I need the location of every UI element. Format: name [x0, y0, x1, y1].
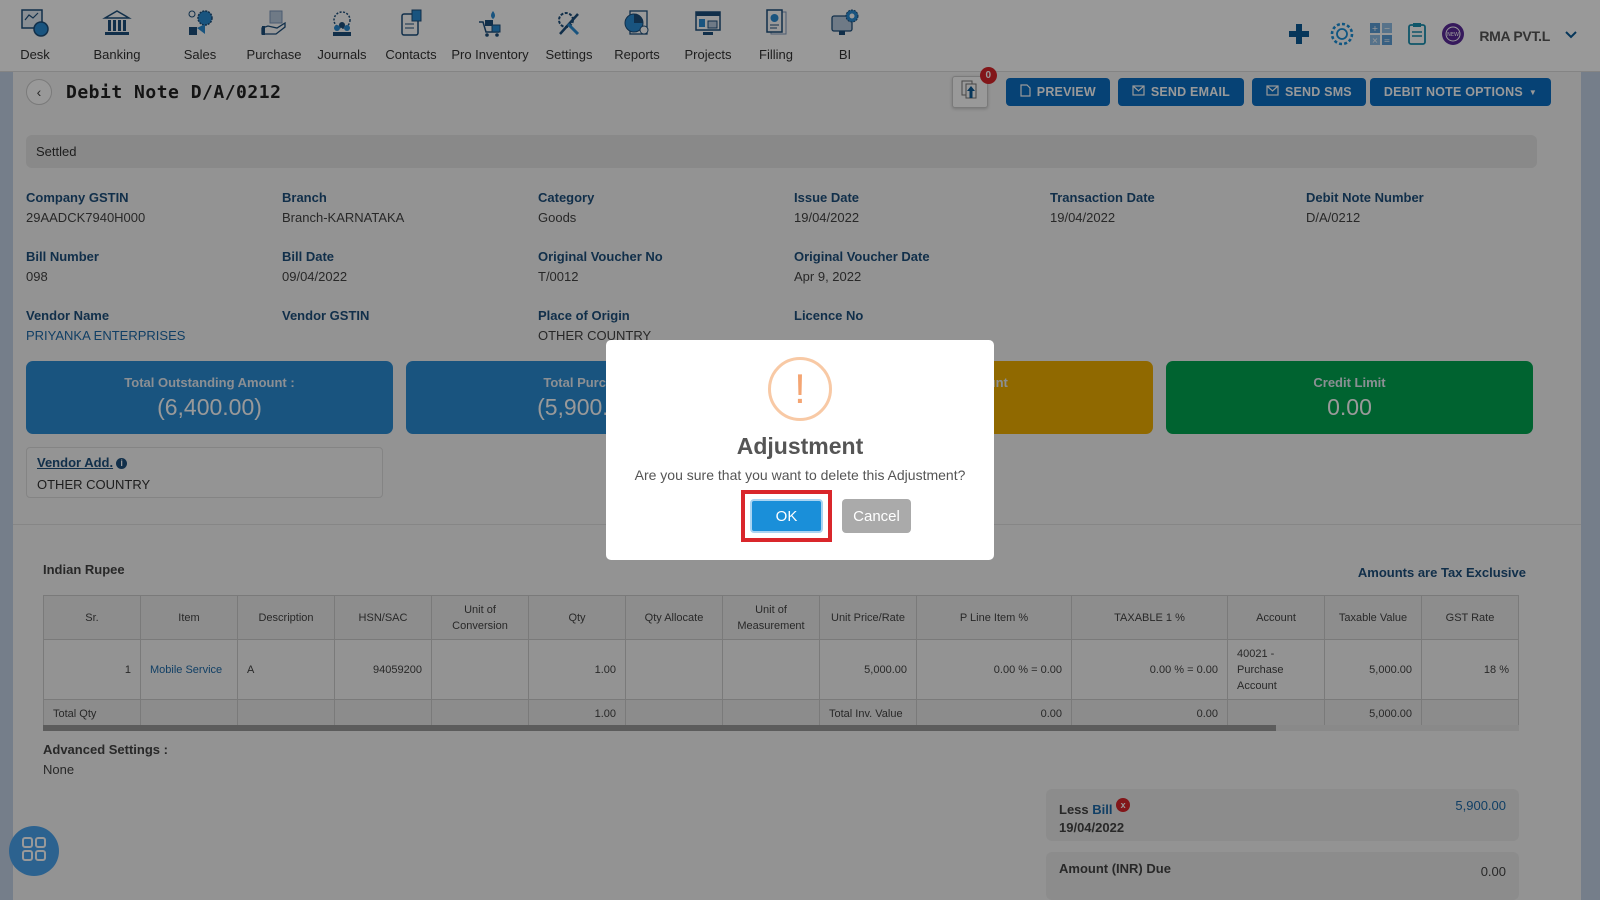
cancel-button[interactable]: Cancel: [842, 499, 911, 533]
ok-highlight-box: OK: [741, 490, 832, 542]
dialog-buttons: OK Cancel: [606, 490, 994, 542]
dialog-title: Adjustment: [736, 433, 864, 459]
ok-button[interactable]: OK: [750, 499, 823, 533]
dialog-message: Are you sure that you want to delete thi…: [634, 467, 966, 483]
warning-icon: !: [768, 357, 832, 421]
confirm-dialog: ! Adjustment Are you sure that you want …: [606, 340, 994, 560]
